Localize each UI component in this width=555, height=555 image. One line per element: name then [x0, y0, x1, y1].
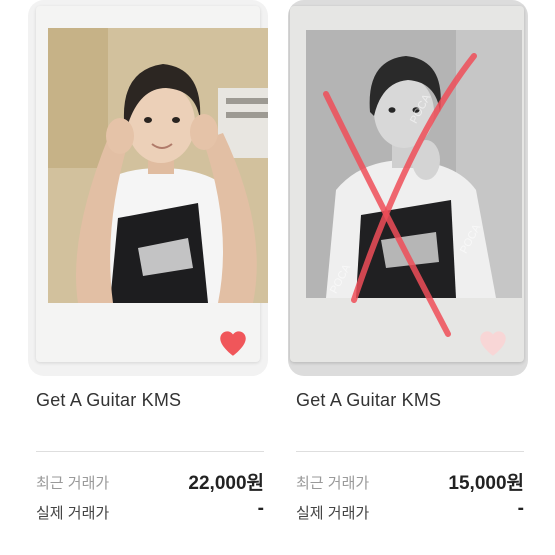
- actual-price-row: 실제 거래가 -: [36, 498, 264, 524]
- heart-icon[interactable]: [216, 326, 250, 360]
- photocard-grid: Get A Guitar KMS 최근 거래가 22,000원 실제 거래가 -: [0, 0, 555, 555]
- heart-icon[interactable]: [476, 326, 510, 360]
- photocard-image-frame[interactable]: POCA POCA POCA: [288, 0, 528, 376]
- photocard-item[interactable]: POCA POCA POCA Get A Guitar KMS 최근 거래가 1…: [288, 0, 528, 522]
- actual-price-value: -: [517, 498, 524, 519]
- recent-price-value: 15,000원: [448, 473, 524, 494]
- photocard-item[interactable]: Get A Guitar KMS 최근 거래가 22,000원 실제 거래가 -: [28, 0, 268, 522]
- recent-price-row: 최근 거래가 15,000원: [296, 468, 524, 494]
- cross-mark: [323, 53, 477, 337]
- photocard-photo: [48, 28, 268, 303]
- recent-price-label: 최근 거래가: [36, 475, 110, 492]
- recent-price-row: 최근 거래가 22,000원: [36, 468, 264, 494]
- actual-price-value: -: [257, 498, 264, 519]
- divider: [296, 451, 524, 452]
- actual-price-label: 실제 거래가: [296, 505, 370, 522]
- photocard-title[interactable]: Get A Guitar KMS: [36, 390, 181, 411]
- photocard-title[interactable]: Get A Guitar KMS: [296, 390, 441, 411]
- photocard-image-frame[interactable]: [28, 0, 268, 376]
- recent-price-value: 22,000원: [188, 473, 264, 494]
- actual-price-row: 실제 거래가 -: [296, 498, 524, 524]
- actual-price-label: 실제 거래가: [36, 505, 110, 522]
- person-photo-illustration: [48, 28, 268, 303]
- divider: [36, 451, 264, 452]
- recent-price-label: 최근 거래가: [296, 475, 370, 492]
